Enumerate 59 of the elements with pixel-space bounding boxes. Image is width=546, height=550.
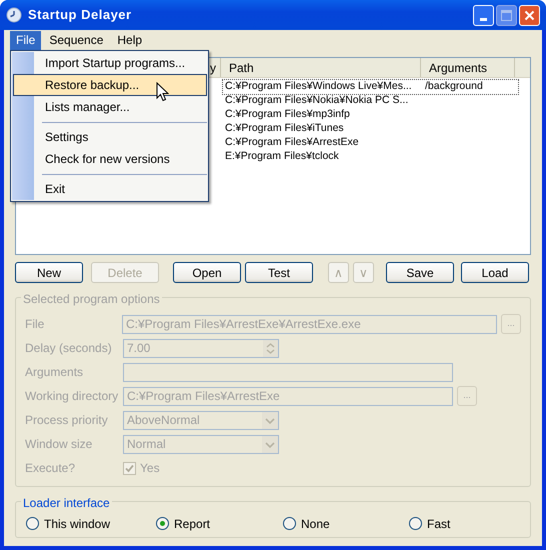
field-label: Window size	[25, 436, 94, 453]
table-row[interactable]: C:¥Program Files¥iTunes	[223, 122, 518, 136]
close-icon	[524, 10, 535, 20]
table-row[interactable]: C:¥Program Files¥Windows Live¥Mes... /background	[223, 80, 518, 94]
table-row[interactable]: C:¥Program Files¥Nokia¥Nokia PC S...	[223, 94, 518, 108]
table-row[interactable]: C:¥Program Files¥mp3infp	[223, 108, 518, 122]
field-label: Process priority	[25, 412, 109, 429]
menu-item[interactable]: Import Startup programs...	[13, 52, 207, 74]
menu-item[interactable]: Exit	[13, 178, 207, 200]
field-label: File	[25, 316, 46, 333]
menu-item[interactable]: File	[10, 30, 42, 50]
radio-label: This window	[44, 516, 110, 532]
table-cell-text: C:¥Program Files¥iTunes	[224, 121, 345, 136]
table-cell-text: C:¥Program Files¥ArrestExe	[224, 135, 360, 150]
text-field[interactable]	[123, 362, 453, 382]
toolbar-button[interactable]: New	[15, 262, 83, 283]
column-header[interactable]: y	[210, 58, 216, 76]
radio-label: Fast	[427, 516, 450, 532]
minimize-icon	[480, 18, 487, 20]
table-row[interactable]: E:¥Program Files¥tclock	[223, 150, 518, 164]
clock-icon	[6, 7, 22, 23]
radio-button[interactable]	[156, 517, 169, 530]
toolbar-button[interactable]: Load	[461, 262, 529, 283]
column-header[interactable]: Arguments	[421, 58, 515, 77]
table-row[interactable]: C:¥Program Files¥ArrestExe	[223, 136, 518, 150]
radio-label: Report	[174, 516, 210, 532]
menu-item[interactable]: Check for new versions	[13, 148, 207, 170]
menu-item[interactable]: Restore backup...	[13, 74, 207, 96]
menu-item[interactable]: Settings	[13, 126, 207, 148]
chevron-down-icon	[262, 412, 278, 428]
toolbar-button[interactable]: Test	[245, 262, 313, 283]
maximize-icon	[501, 10, 512, 20]
menu-item[interactable]: Sequence	[43, 30, 110, 50]
mouse-pointer-icon	[156, 82, 169, 102]
radio-button[interactable]	[26, 517, 39, 530]
menu-item[interactable]: Help	[111, 30, 148, 50]
column-header[interactable]: Path	[221, 58, 421, 77]
chevron-down-icon	[262, 436, 278, 452]
radio-label: None	[301, 516, 330, 532]
minimize-button[interactable]	[473, 4, 494, 26]
spinner-arrows-icon	[263, 340, 278, 356]
toolbar-button[interactable]: Open	[173, 262, 241, 283]
window-title: Startup Delayer	[28, 6, 133, 24]
radio-button[interactable]	[283, 517, 296, 530]
table-cell-text: C:¥Program Files¥mp3infp	[224, 107, 351, 122]
field-label: Working directory	[25, 388, 120, 405]
menu-item[interactable]: Lists manager...	[13, 96, 207, 118]
field-label: Arguments	[25, 364, 84, 381]
maximize-button[interactable]	[496, 4, 517, 26]
table-cell-text: C:¥Program Files¥Nokia¥Nokia PC S...	[224, 93, 410, 108]
field-label: Execute?	[25, 460, 76, 477]
field-label: Delay (seconds)	[25, 340, 113, 357]
toolbar-button[interactable]: Save	[386, 262, 454, 283]
table-cell-text: C:¥Program Files¥Windows Live¥Mes...	[224, 79, 413, 94]
close-button[interactable]	[519, 4, 540, 26]
radio-button[interactable]	[409, 517, 422, 530]
table-cell-text: /background	[424, 79, 483, 94]
checkbox-label: Yes	[140, 460, 160, 477]
table-cell-text: E:¥Program Files¥tclock	[224, 149, 340, 164]
